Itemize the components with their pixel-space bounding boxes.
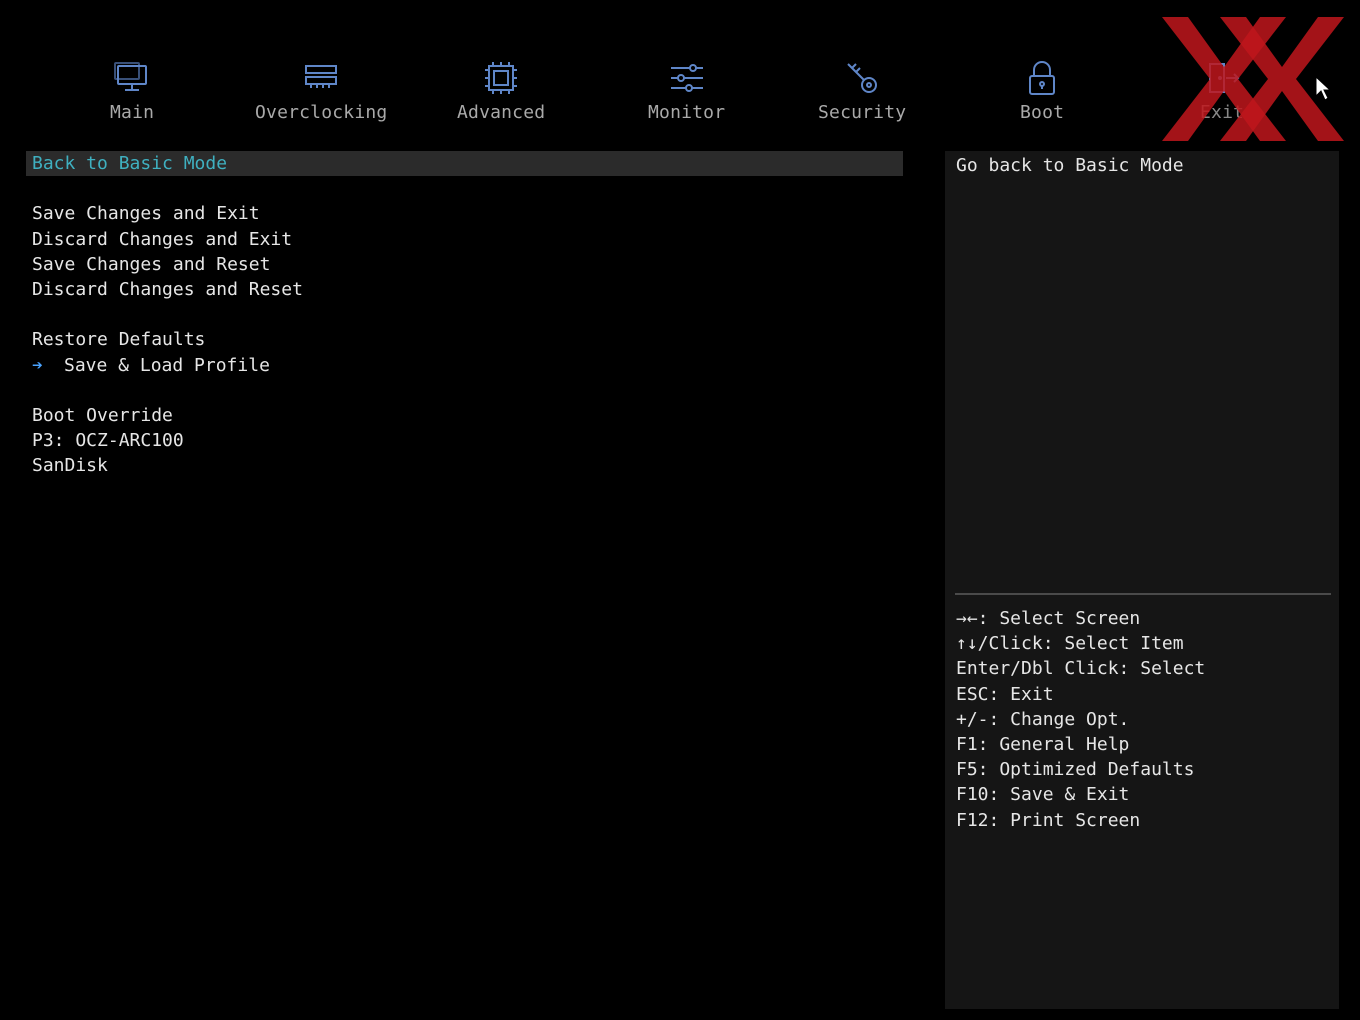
key-legend: →←: Select Screen ↑↓/Click: Select Item … (956, 606, 1205, 833)
discard-changes-exit-item[interactable]: Discard Changes and Exit (26, 227, 903, 252)
back-to-basic-mode-item[interactable]: Back to Basic Mode (26, 151, 903, 177)
tab-label: Boot (1020, 102, 1065, 123)
key-legend-line: Enter/Dbl Click: Select (956, 658, 1206, 680)
tab-label: Monitor (648, 102, 726, 123)
key-legend-line: →←: Select Screen (956, 608, 1141, 629)
key-legend-line: F12: Print Screen (956, 809, 1141, 831)
save-changes-reset-item[interactable]: Save Changes and Reset (26, 252, 903, 277)
save-load-profile-item[interactable]: ➔ Save & Load Profile (26, 353, 903, 378)
memory-icon (301, 58, 341, 98)
tab-advanced[interactable]: Advanced (457, 58, 545, 123)
help-panel: Go back to Basic Mode →←: Select Screen … (945, 151, 1339, 1009)
key-icon (842, 58, 882, 98)
lock-icon (1022, 58, 1062, 98)
mouse-cursor-icon (1315, 75, 1332, 102)
key-legend-line: F1: General Help (956, 733, 1130, 755)
boot-override-device[interactable]: P3: OCZ-ARC100 (26, 428, 903, 453)
monitor-icon (112, 58, 152, 98)
save-load-profile-label: Save & Load Profile (64, 354, 270, 376)
tab-label: Main (110, 102, 155, 123)
key-legend-line: F5: Optimized Defaults (956, 759, 1195, 781)
boot-override-device[interactable]: SanDisk (26, 453, 903, 478)
item-help-text: Go back to Basic Mode (956, 155, 1184, 176)
discard-changes-reset-item[interactable]: Discard Changes and Reset (26, 277, 903, 302)
key-legend-line: F10: Save & Exit (956, 784, 1130, 806)
bios-screen: Main Overclocking Advanced Monitor Secur… (0, 0, 1360, 1020)
tab-overclocking[interactable]: Overclocking (255, 58, 387, 123)
key-legend-line: ESC: Exit (956, 683, 1054, 705)
tab-main[interactable]: Main (110, 58, 154, 123)
tab-label: Overclocking (255, 102, 388, 123)
sliders-icon (667, 58, 707, 98)
key-legend-line: ↑↓/Click: Select Item (956, 633, 1184, 655)
tab-security[interactable]: Security (818, 58, 906, 123)
tab-monitor[interactable]: Monitor (648, 58, 725, 123)
tab-label: Security (818, 102, 907, 123)
tab-label: Advanced (457, 102, 546, 123)
boot-override-label: Boot Override (32, 404, 173, 426)
help-divider (955, 593, 1331, 595)
restore-defaults-item[interactable]: Restore Defaults (26, 327, 903, 352)
chip-icon (481, 58, 521, 98)
submenu-arrow-icon: ➔ (32, 354, 43, 376)
tab-boot[interactable]: Boot (1020, 58, 1064, 123)
key-legend-line: +/-: Change Opt. (956, 708, 1130, 730)
exit-menu: Back to Basic Mode Save Changes and Exit… (26, 151, 903, 478)
save-changes-exit-item[interactable]: Save Changes and Exit (26, 201, 903, 226)
